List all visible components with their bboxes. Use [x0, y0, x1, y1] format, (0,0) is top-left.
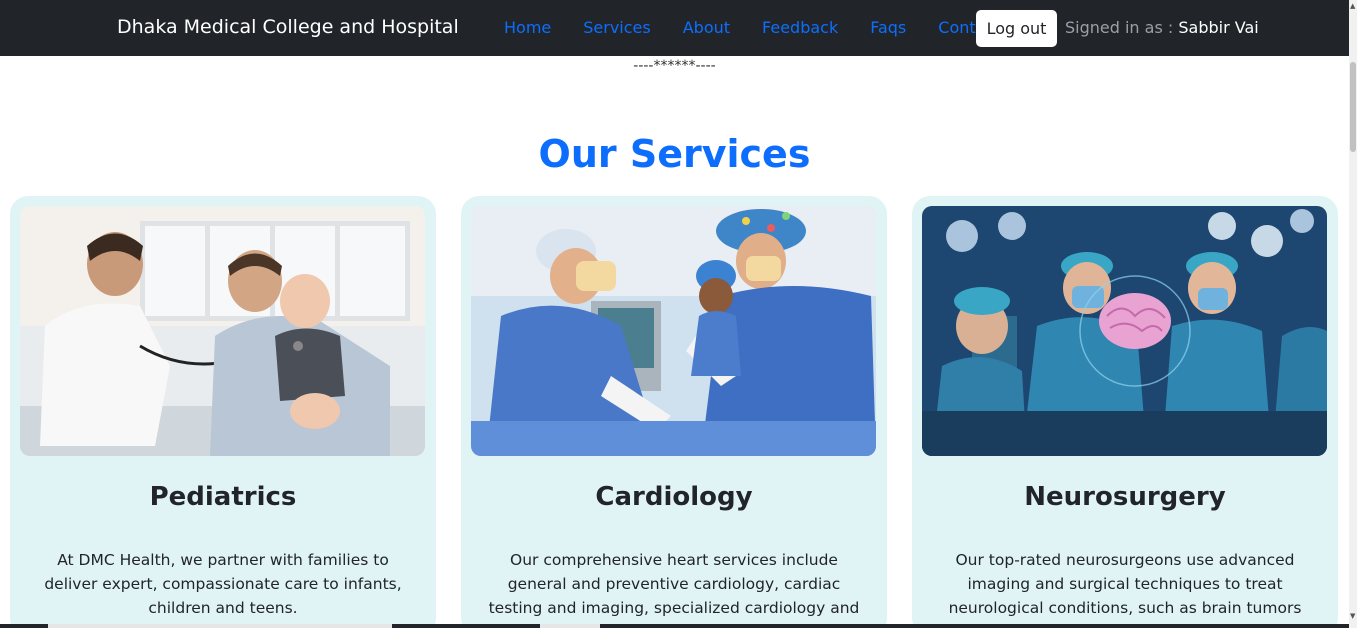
- scroll-down-arrow-icon[interactable]: ▼: [1350, 612, 1355, 620]
- bottom-strip-segment: [540, 624, 600, 628]
- service-title-neurosurgery: Neurosurgery: [1024, 482, 1226, 512]
- pediatrician-examining-baby-image: [20, 206, 425, 456]
- nav-link-about[interactable]: About: [683, 18, 730, 37]
- service-description-neurosurgery: Our top-rated neurosurgeons use advanced…: [948, 551, 1302, 628]
- section-divider: ----******----: [633, 58, 716, 74]
- services-heading: Our Services: [538, 132, 811, 176]
- signed-in-label: Signed in as :: [1065, 18, 1174, 37]
- bottom-edge-strip: [0, 624, 1349, 628]
- service-title-pediatrics: Pediatrics: [149, 482, 297, 512]
- service-description-pediatrics: At DMC Health, we partner with families …: [44, 551, 402, 617]
- nav-link-home[interactable]: Home: [504, 18, 551, 37]
- brand-title[interactable]: Dhaka Medical College and Hospital: [117, 16, 459, 38]
- cardiac-surgery-team-image: [471, 206, 876, 456]
- nav-link-feedback[interactable]: Feedback: [762, 18, 838, 37]
- nav-link-services[interactable]: Services: [583, 18, 650, 37]
- top-navbar: Dhaka Medical College and Hospital Home …: [0, 0, 1349, 56]
- service-card-cardiology: Cardiology Our comprehensive heart servi…: [461, 196, 887, 628]
- scroll-up-arrow-icon[interactable]: ▲: [1350, 2, 1355, 10]
- neurosurgery-operating-room-image: [922, 206, 1327, 456]
- signed-in-status: Signed in as : Sabbir Vai: [1065, 18, 1259, 37]
- nav-link-faqs[interactable]: Faqs: [870, 18, 906, 37]
- service-card-pediatrics: Pediatrics At DMC Health, we partner wit…: [10, 196, 436, 628]
- nav-links: Home Services About Feedback Faqs Contac…: [504, 18, 1001, 37]
- logout-button[interactable]: Log out: [976, 10, 1057, 47]
- service-card-neurosurgery: Neurosurgery Our top-rated neurosurgeons…: [912, 196, 1338, 628]
- scrollbar-thumb[interactable]: [1350, 62, 1356, 152]
- bottom-strip-segment: [48, 624, 392, 628]
- service-description-cardiology: Our comprehensive heart services include…: [488, 551, 860, 628]
- service-title-cardiology: Cardiology: [595, 482, 753, 512]
- user-name: Sabbir Vai: [1178, 18, 1259, 37]
